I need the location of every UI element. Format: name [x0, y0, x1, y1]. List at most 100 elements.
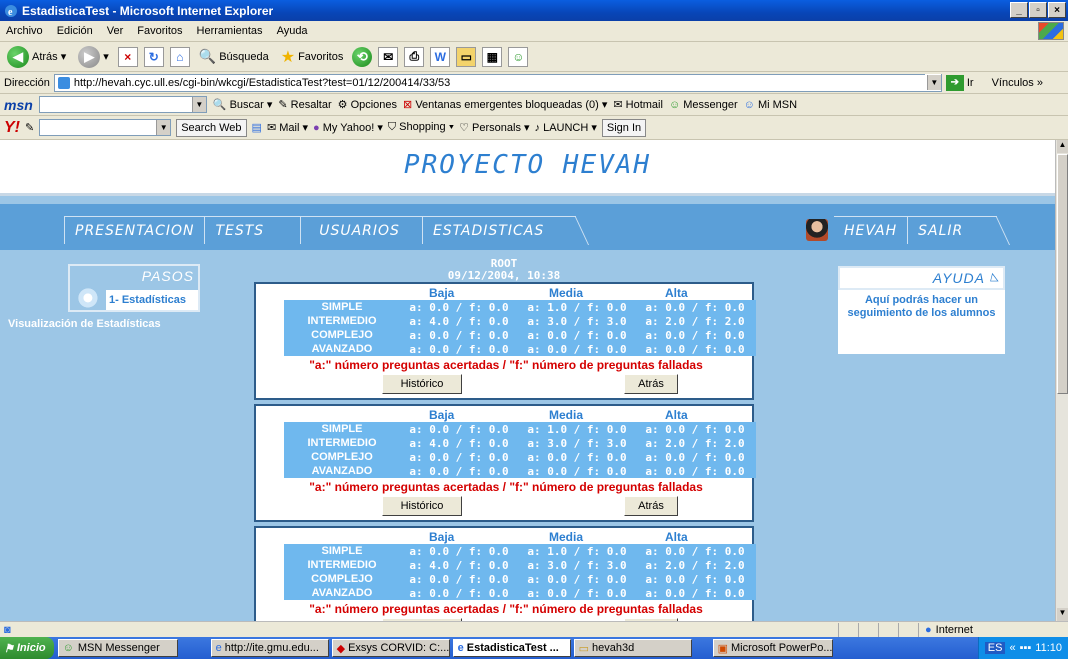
start-button[interactable]: ⚑ Inicio — [0, 637, 54, 659]
menu-edicion[interactable]: Edición — [55, 25, 95, 37]
research-icon[interactable]: ▦ — [482, 46, 503, 67]
row-label: COMPLEJO — [311, 573, 373, 585]
windows-flag-icon — [1038, 22, 1064, 40]
nav-usuarios[interactable]: USUARIOS — [300, 216, 422, 244]
cell-media: a: 0.0 / f: 0.0 — [527, 586, 627, 600]
nav-tests[interactable]: TESTS — [204, 216, 301, 244]
stop-icon[interactable]: × — [117, 46, 138, 67]
menu-archivo[interactable]: Archivo — [4, 25, 45, 37]
go-button[interactable]: ➔ Ir — [945, 74, 974, 91]
my-yahoo-button[interactable]: ● My Yahoo! ▾ — [313, 121, 383, 134]
print-icon[interactable]: ⎙ — [404, 46, 425, 67]
chevron-down-icon[interactable]: ▼ — [926, 75, 941, 90]
ayuda-box: AYUDA ◺ Aquí podrás hacer un seguimiento … — [838, 266, 1005, 354]
scroll-thumb[interactable] — [1057, 154, 1068, 394]
highlight-icon[interactable]: ▤ — [252, 121, 262, 134]
main-nav: PRESENTACION TESTS USUARIOS ESTADISTICAS — [64, 216, 577, 244]
msn-logo[interactable]: msn — [4, 97, 33, 113]
yahoo-mail-button[interactable]: ✉ Mail ▾ — [267, 121, 308, 134]
yahoo-search-input[interactable]: ▼ — [39, 119, 172, 136]
windows-flag-icon: ⚑ — [4, 642, 14, 655]
folder-icon[interactable]: ▭ — [456, 46, 477, 67]
row-label: INTERMEDIO — [307, 437, 377, 449]
menu-herramientas[interactable]: Herramientas — [195, 25, 265, 37]
mail-icon[interactable]: ✉ — [378, 46, 399, 67]
menu-ver[interactable]: Ver — [105, 25, 126, 37]
search-web-button[interactable]: Search Web — [176, 118, 247, 137]
column-header: Alta — [665, 530, 688, 544]
column-header: Media — [549, 286, 584, 300]
launch-button[interactable]: ♪ LAUNCH ▾ — [535, 121, 597, 134]
forward-button[interactable]: ▶ ▾ — [75, 44, 112, 70]
cell-media: a: 3.0 / f: 3.0 — [527, 558, 627, 572]
address-input[interactable]: http://hevah.cyc.ull.es/cgi-bin/wkcgi/Es… — [53, 73, 942, 92]
popup-blocker-button[interactable]: ⊠ Ventanas emergentes bloqueadas (0) ▾ — [403, 98, 607, 111]
refresh-icon[interactable]: ↻ — [143, 46, 164, 67]
nav-hevah[interactable]: HEVAH — [834, 216, 908, 244]
menu-favoritos[interactable]: Favoritos — [135, 25, 184, 37]
close-button[interactable]: × — [1048, 2, 1066, 18]
vertical-scrollbar[interactable]: ▲ ▼ — [1055, 140, 1068, 621]
scroll-down-icon[interactable]: ▼ — [1057, 608, 1068, 621]
nav-estadisticas[interactable]: ESTADISTICAS — [421, 216, 561, 244]
task-ie-gmu[interactable]: e http://ite.gmu.edu... — [210, 639, 329, 657]
personals-button[interactable]: ♡ Personals ▾ — [459, 121, 529, 134]
stats-table: SIMPLE a: 0.0 / f: 0.0 a: 1.0 / f: 0.0 a: 0… — [284, 300, 756, 356]
cell-baja: a: 0.0 / f: 0.0 — [409, 300, 509, 314]
atras-button[interactable]: Atrás — [624, 374, 678, 394]
yahoo-logo[interactable]: Y! — [4, 119, 20, 137]
favorites-button[interactable]: ★ Favoritos — [278, 45, 347, 69]
nav-salir[interactable]: SALIR — [907, 216, 982, 244]
minimize-button[interactable]: _ — [1010, 2, 1028, 18]
table-row: INTERMEDIO a: 4.0 / f: 0.0 a: 3.0 / f: 3.0… — [284, 314, 756, 328]
stats-panel: Baja Media Alta SIMPLE a: 0.0 / f: 0.0 a: 1.0… — [254, 282, 756, 400]
word-icon[interactable]: W — [430, 46, 451, 67]
msn-opciones-button[interactable]: ⚙ Opciones — [338, 98, 397, 111]
mimsn-button[interactable]: ☺ Mi MSN — [744, 99, 797, 111]
ie-icon: e — [457, 642, 464, 654]
menu-ayuda[interactable]: Ayuda — [275, 25, 310, 37]
maximize-button[interactable]: ▫ — [1029, 2, 1047, 18]
task-estadisticatest[interactable]: e EstadisticaTest ... — [452, 639, 571, 657]
historico-button[interactable]: Histórico — [382, 496, 462, 516]
history-icon[interactable]: ⟲ — [352, 46, 373, 67]
atras-button[interactable]: Atrás — [624, 496, 678, 516]
menu-bar: Archivo Edición Ver Favoritos Herramient… — [0, 21, 1068, 42]
task-exsys[interactable]: ◆ Exsys CORVID: C:... — [331, 639, 450, 657]
msn-resaltar-button[interactable]: ✎ Resaltar — [278, 98, 331, 111]
back-button[interactable]: ◀ Atrás ▾ — [4, 44, 69, 70]
chevron-down-icon: ▾ — [103, 51, 109, 63]
task-hevah3d[interactable]: ▭ hevah3d — [573, 639, 692, 657]
msn-toolbar: msn ▼ 🔍 Buscar ▾ ✎ Resaltar ⚙ Opciones ⊠… — [0, 94, 1068, 116]
cell-baja: a: 0.0 / f: 0.0 — [409, 328, 509, 342]
language-indicator[interactable]: ES — [984, 642, 1006, 654]
msn-search-input[interactable]: ▼ — [38, 96, 207, 113]
chevron-down-icon[interactable]: ▼ — [191, 97, 206, 112]
pencil-icon[interactable]: ✎ — [25, 121, 34, 134]
msn-buscar-button[interactable]: 🔍 Buscar ▾ — [213, 98, 273, 111]
table-row: SIMPLE a: 0.0 / f: 0.0 a: 1.0 / f: 0.0 a: 0… — [284, 300, 756, 314]
scroll-up-icon[interactable]: ▲ — [1057, 140, 1068, 153]
column-headers: Baja Media Alta — [256, 286, 756, 300]
chevron-down-icon[interactable]: ▼ — [156, 120, 171, 135]
page-corner-icon: ◺ — [990, 271, 1000, 283]
row-label: INTERMEDIO — [307, 315, 377, 327]
shopping-button[interactable]: ⛉ Shopping ▾ — [388, 121, 454, 134]
cell-media: a: 3.0 / f: 3.0 — [527, 314, 627, 328]
status-bar: ◙ ● Internet — [0, 621, 1068, 637]
search-button[interactable]: 🔍 Búsqueda — [196, 46, 272, 67]
messenger-button[interactable]: ☺ Messenger — [669, 99, 738, 111]
hotmail-button[interactable]: ✉ Hotmail — [613, 98, 663, 111]
sign-in-button[interactable]: Sign In — [601, 118, 647, 137]
messenger-icon[interactable]: ☺ — [508, 46, 529, 67]
stats-panel: Baja Media Alta SIMPLE a: 0.0 / f: 0.0 a: 1.0… — [254, 404, 756, 522]
task-powerpoint[interactable]: ▣ Microsoft PowerPo... — [712, 639, 833, 657]
task-msn-messenger[interactable]: ☺ MSN Messenger — [57, 639, 178, 657]
home-icon[interactable]: ⌂ — [169, 46, 190, 67]
chevron-left-icon[interactable]: « — [1009, 642, 1015, 654]
links-label[interactable]: Vínculos » — [992, 77, 1043, 89]
step-estadisticas[interactable]: 1- Estadísticas — [106, 290, 198, 310]
historico-button[interactable]: Histórico — [382, 374, 462, 394]
nav-presentacion[interactable]: PRESENTACION — [64, 216, 205, 244]
cell-media: a: 0.0 / f: 0.0 — [527, 572, 627, 586]
